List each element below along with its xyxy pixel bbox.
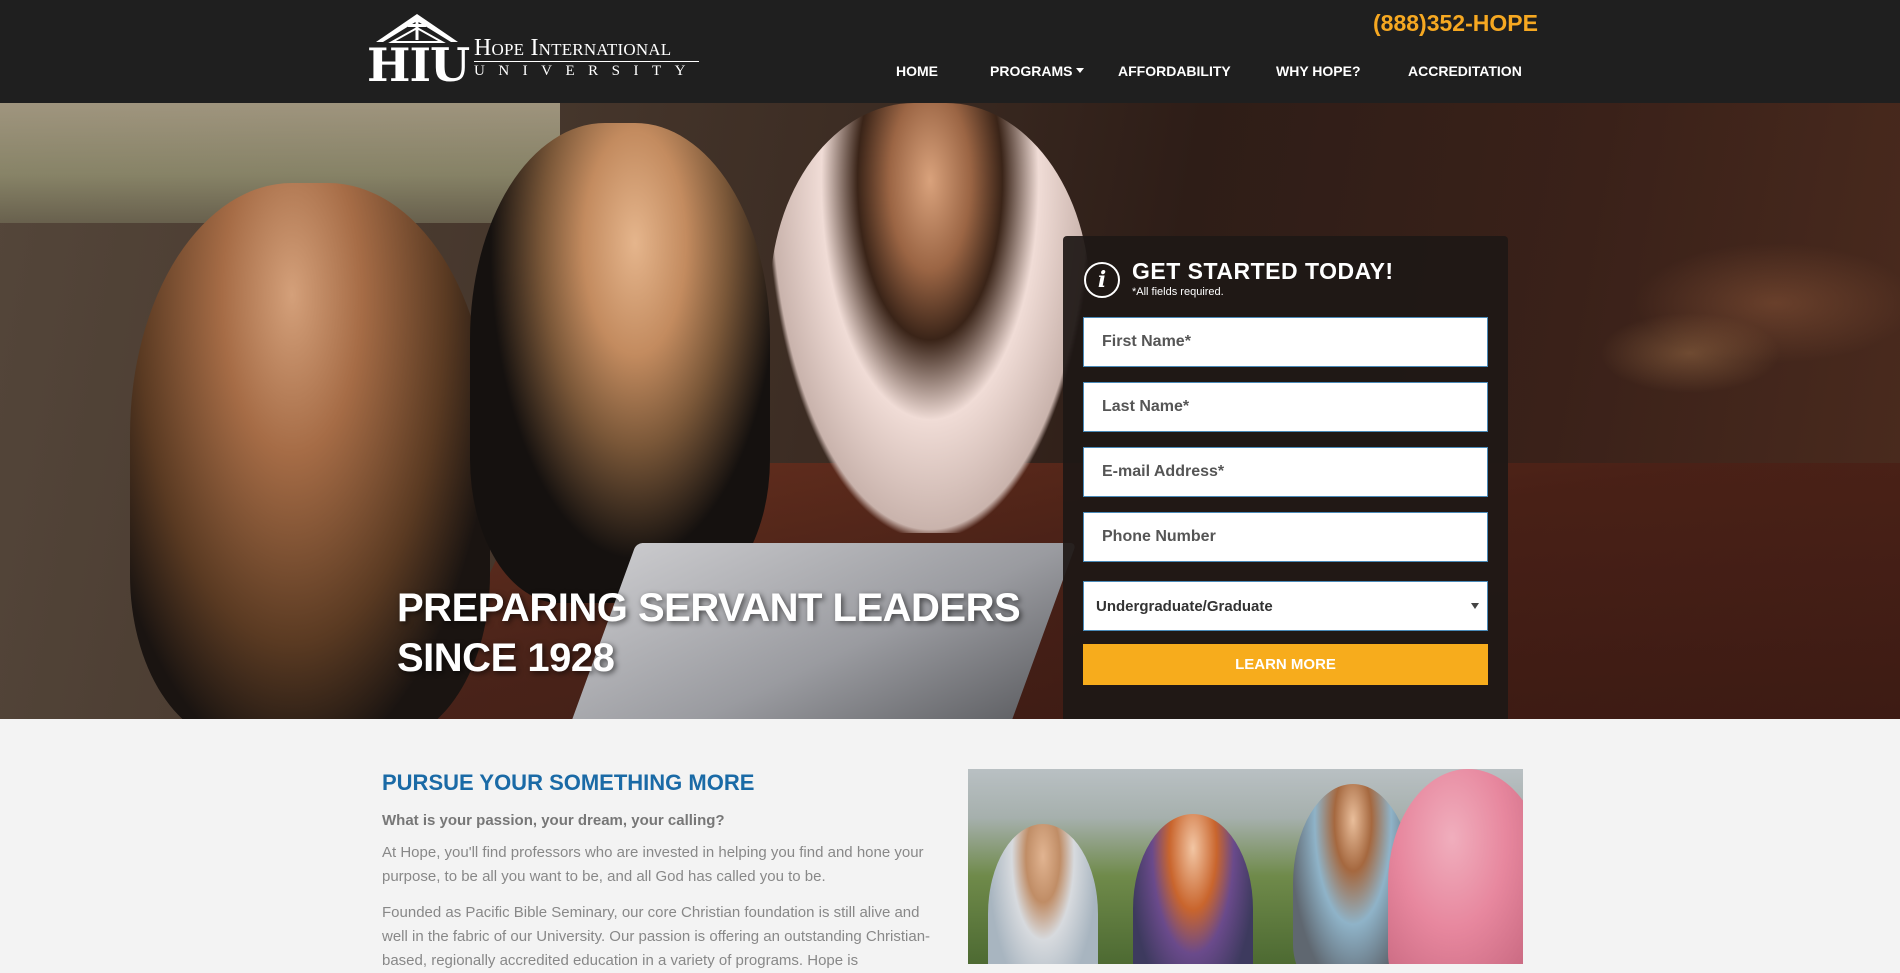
form-titles: GET STARTED TODAY! *All fields required. bbox=[1132, 258, 1394, 298]
info-icon: i bbox=[1084, 262, 1120, 298]
section-lead: What is your passion, your dream, your c… bbox=[382, 812, 725, 829]
hero-title-line1: PREPARING SERVANT LEADERS bbox=[397, 586, 1021, 630]
section-paragraph-2: Founded as Pacific Bible Seminary, our c… bbox=[382, 904, 931, 969]
section-paragraph-1: At Hope, you'll find professors who are … bbox=[382, 844, 924, 885]
phone-field[interactable] bbox=[1083, 512, 1488, 562]
intro-section: PURSUE YOUR SOMETHING MORE What is your … bbox=[382, 770, 942, 973]
learn-more-button[interactable]: LEARN MORE bbox=[1083, 644, 1488, 685]
nav-home-label: HOME bbox=[896, 63, 938, 79]
form-header: i GET STARTED TODAY! *All fields require… bbox=[1084, 258, 1394, 298]
form-subtitle: *All fields required. bbox=[1132, 286, 1224, 298]
chevron-down-icon bbox=[1471, 603, 1479, 609]
nav-accreditation-label: ACCREDITATION bbox=[1408, 63, 1522, 79]
hero-title: PREPARING SERVANT LEADERS SINCE 1928 bbox=[397, 583, 1021, 683]
logo-mark: HIU bbox=[367, 12, 470, 88]
nav-accreditation[interactable]: ACCREDITATION bbox=[1408, 63, 1522, 79]
nav-programs-label: PROGRAMS bbox=[990, 63, 1073, 79]
section-heading: PURSUE YOUR SOMETHING MORE bbox=[382, 770, 755, 795]
logo-wordmark: Hope International UNIVERSITY bbox=[474, 36, 699, 80]
hiu-logo[interactable]: HIU Hope International UNIVERSITY bbox=[367, 12, 699, 88]
hero-person-right bbox=[770, 103, 1090, 533]
program-level-select[interactable]: Undergraduate/Graduate bbox=[1083, 581, 1488, 631]
nav-why-hope-label: WHY HOPE? bbox=[1276, 63, 1361, 79]
logo-letters: HIU bbox=[367, 38, 470, 92]
form-title: GET STARTED TODAY! bbox=[1132, 258, 1394, 284]
student-figure bbox=[1133, 814, 1253, 964]
nav-affordability-label: AFFORDABILITY bbox=[1118, 63, 1231, 79]
student-figure bbox=[1388, 769, 1523, 964]
email-field[interactable] bbox=[1083, 447, 1488, 497]
hero-person-middle bbox=[470, 123, 770, 603]
nav-programs[interactable]: PROGRAMS bbox=[990, 63, 1085, 79]
students-photo bbox=[968, 769, 1523, 964]
phone-number-link[interactable]: (888)352-HOPE bbox=[1373, 10, 1538, 37]
get-started-form: i GET STARTED TODAY! *All fields require… bbox=[1063, 236, 1508, 719]
nav-why-hope[interactable]: WHY HOPE? bbox=[1276, 63, 1361, 79]
nav-home[interactable]: HOME bbox=[896, 63, 938, 79]
student-figure bbox=[988, 824, 1098, 964]
logo-line2: UNIVERSITY bbox=[474, 63, 699, 79]
nav-affordability[interactable]: AFFORDABILITY bbox=[1118, 63, 1231, 79]
program-level-value: Undergraduate/Graduate bbox=[1096, 597, 1273, 615]
first-name-field[interactable] bbox=[1083, 317, 1488, 367]
hero-title-line2: SINCE 1928 bbox=[397, 636, 615, 680]
chevron-down-icon bbox=[1076, 67, 1085, 73]
logo-line1: Hope International bbox=[474, 36, 699, 62]
last-name-field[interactable] bbox=[1083, 382, 1488, 432]
site-header: HIU Hope International UNIVERSITY (888)3… bbox=[0, 0, 1900, 103]
hero-banner: PREPARING SERVANT LEADERS SINCE 1928 bbox=[0, 103, 1900, 719]
